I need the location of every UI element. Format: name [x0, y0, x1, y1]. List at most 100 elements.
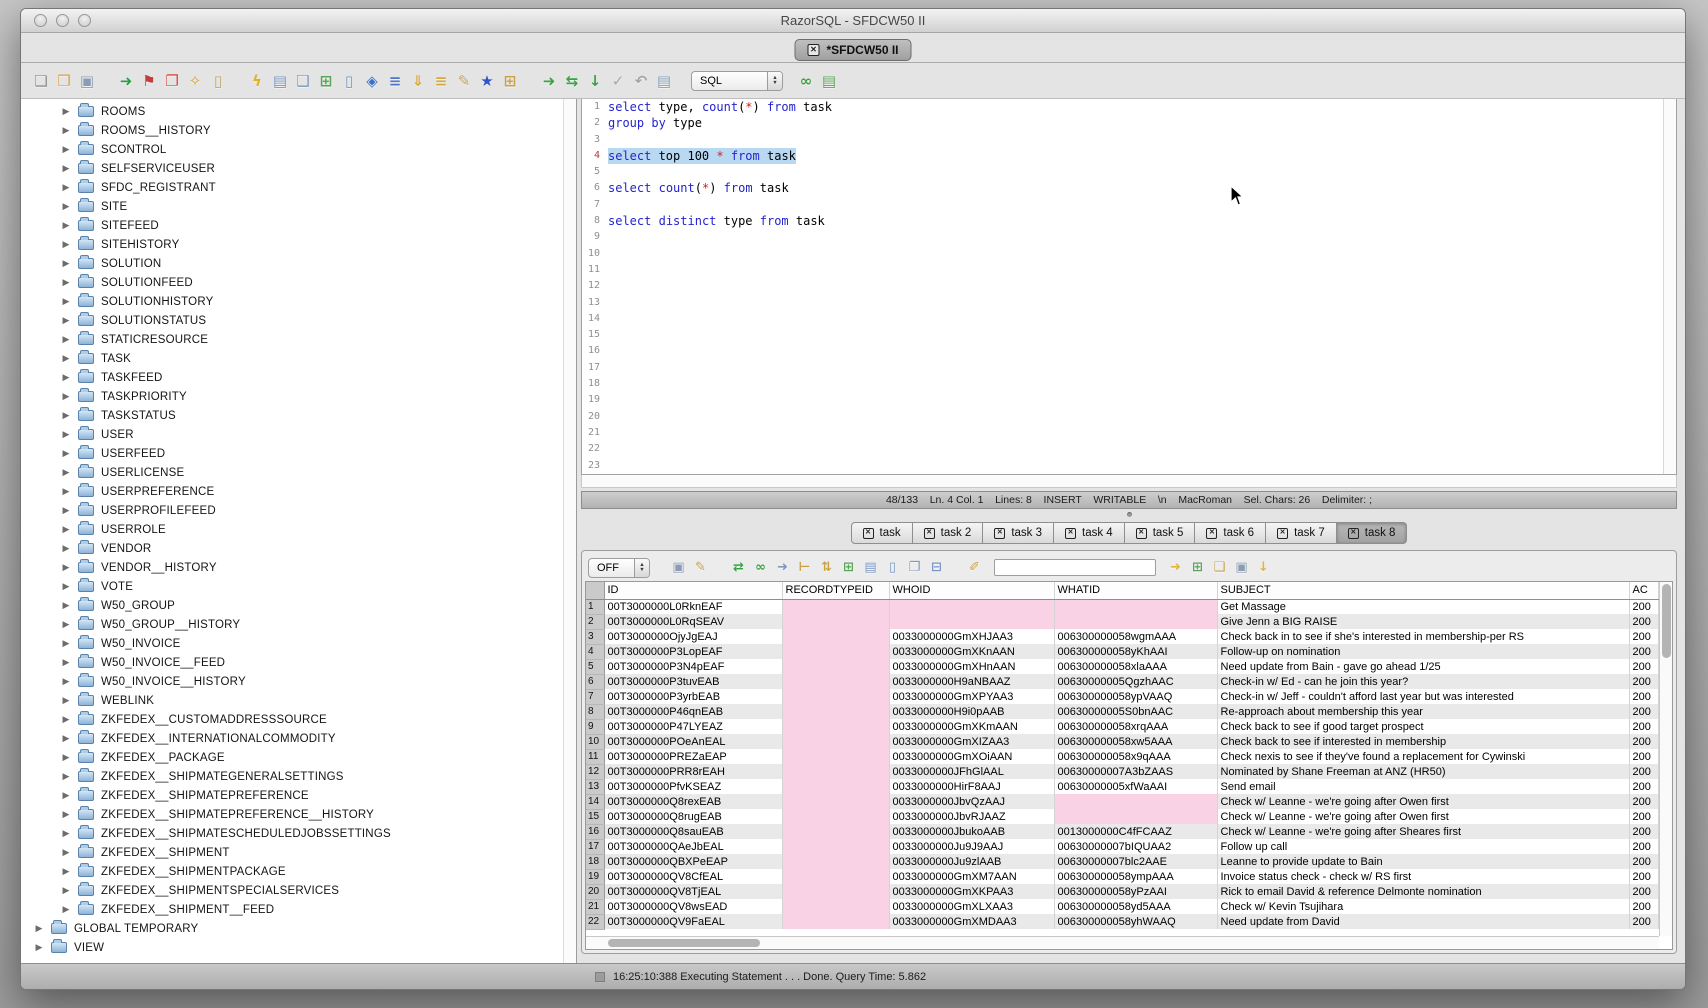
- edit-table-data-icon[interactable]: ▤: [270, 71, 290, 91]
- grid-cell[interactable]: 200: [1629, 794, 1659, 809]
- grid-cell[interactable]: [782, 899, 889, 914]
- tree-item[interactable]: ▶ZKFEDEX__SHIPMENTPACKAGE: [21, 862, 576, 881]
- messages-log-icon[interactable]: ▤: [654, 71, 674, 91]
- grid-cell[interactable]: 200: [1629, 824, 1659, 839]
- tree-item[interactable]: ▶SFDC_REGISTRANT: [21, 178, 576, 197]
- download-icon[interactable]: ↓: [1254, 558, 1273, 577]
- grid-cell[interactable]: 006300000058yhWAAQ: [1054, 914, 1217, 929]
- disclosure-triangle-icon[interactable]: ▶: [61, 315, 71, 326]
- grid-cell[interactable]: Check nexis to see if they've found a re…: [1217, 749, 1629, 764]
- grid-cell[interactable]: [782, 779, 889, 794]
- column-header[interactable]: WHOID: [889, 582, 1054, 599]
- result-tab[interactable]: ✕task 8: [1337, 522, 1408, 544]
- sort-columns-icon[interactable]: ⇅: [817, 558, 836, 577]
- new-file-icon[interactable]: ❏: [31, 71, 51, 91]
- grid-cell[interactable]: 006300000058xrqAAA: [1054, 719, 1217, 734]
- disclosure-triangle-icon[interactable]: ▶: [61, 866, 71, 877]
- tree-item[interactable]: ▶W50_GROUP__HISTORY: [21, 615, 576, 634]
- grid-row[interactable]: 2200T3000000QV9FaEAL0033000000GmXMDAA300…: [586, 914, 1659, 929]
- disclosure-triangle-icon[interactable]: ▶: [61, 144, 71, 155]
- describe-list-icon[interactable]: ▤: [819, 71, 839, 91]
- search-results-icon[interactable]: ∞: [751, 558, 770, 577]
- grid-cell[interactable]: 006300000058yPzAAI: [1054, 884, 1217, 899]
- grid-cell[interactable]: 0013000000C4fFCAAZ: [1054, 824, 1217, 839]
- grid-cell[interactable]: 00630000007A3bZAAS: [1054, 764, 1217, 779]
- disclosure-triangle-icon[interactable]: ▶: [61, 828, 71, 839]
- grid-row[interactable]: 1900T3000000QV8CfEAL0033000000GmXM7AAN00…: [586, 869, 1659, 884]
- grid-cell[interactable]: 0033000000GmXIZAA3: [889, 734, 1054, 749]
- grid-cell[interactable]: [1054, 794, 1217, 809]
- tree-item[interactable]: ▶W50_INVOICE__FEED: [21, 653, 576, 672]
- column-header[interactable]: SUBJECT: [1217, 582, 1629, 599]
- grid-vscrollbar[interactable]: [1659, 582, 1672, 936]
- grid-cell[interactable]: [782, 914, 889, 929]
- tree-item[interactable]: ▶SOLUTIONSTATUS: [21, 311, 576, 330]
- export-down-icon[interactable]: ⇓: [408, 71, 428, 91]
- grid-cell[interactable]: 200: [1629, 629, 1659, 644]
- execute-sql-icon[interactable]: ϟ: [247, 71, 267, 91]
- sql-editor[interactable]: 1select type, count(*) from task2group b…: [581, 99, 1677, 475]
- grid-row[interactable]: 500T3000000P3N4pEAF0033000000GmXHnAAN006…: [586, 659, 1659, 674]
- disclosure-triangle-icon[interactable]: ▶: [61, 904, 71, 915]
- disclosure-triangle-icon[interactable]: ▶: [61, 809, 71, 820]
- column-list-icon[interactable]: ≡: [385, 71, 405, 91]
- tree-item[interactable]: ▶W50_INVOICE: [21, 634, 576, 653]
- grid-cell[interactable]: 00T3000000PRR8rEAH: [604, 764, 782, 779]
- grid-cell[interactable]: Check-in w/ Ed - can he join this year?: [1217, 674, 1629, 689]
- tab-close-icon[interactable]: ✕: [1206, 528, 1217, 539]
- rollback-undo-icon[interactable]: ↶: [631, 71, 651, 91]
- sort-lines-icon[interactable]: ≡: [431, 71, 451, 91]
- disclosure-triangle-icon[interactable]: ▶: [61, 657, 71, 668]
- grid-cell[interactable]: Need update from Bain - gave go ahead 1/…: [1217, 659, 1629, 674]
- disclosure-triangle-icon[interactable]: ▶: [34, 942, 44, 953]
- grid-cell[interactable]: 0033000000H9aNBAAZ: [889, 674, 1054, 689]
- grid-cell[interactable]: [782, 854, 889, 869]
- tab-close-icon[interactable]: ✕: [1136, 528, 1147, 539]
- tree-item[interactable]: ▶ZKFEDEX__SHIPMATEPREFERENCE__HISTORY: [21, 805, 576, 824]
- filter-sort-icon[interactable]: ✎: [691, 558, 710, 577]
- disclosure-triangle-icon[interactable]: ▶: [61, 752, 71, 763]
- disclosure-triangle-icon[interactable]: ▶: [61, 619, 71, 630]
- column-header[interactable]: RECORDTYPEID: [782, 582, 889, 599]
- disclosure-triangle-icon[interactable]: ▶: [61, 353, 71, 364]
- tree-view-icon[interactable]: ⊢: [795, 558, 814, 577]
- fetch-more-icon[interactable]: ↓: [585, 71, 605, 91]
- grid-cell[interactable]: 006300000058ympAAA: [1054, 869, 1217, 884]
- grid-cell[interactable]: 0033000000JFhGlAAL: [889, 764, 1054, 779]
- tree-item[interactable]: ▶SELFSERVICEUSER: [21, 159, 576, 178]
- grid-cell[interactable]: 0033000000GmXMDAA3: [889, 914, 1054, 929]
- grid-cell[interactable]: [782, 629, 889, 644]
- grid-cell[interactable]: Invoice status check - check w/ RS first: [1217, 869, 1629, 884]
- grid-cell[interactable]: 00630000005xfWaAAI: [1054, 779, 1217, 794]
- grid-cell[interactable]: 200: [1629, 809, 1659, 824]
- grid-cell[interactable]: 0033000000JbukoAAB: [889, 824, 1054, 839]
- new-page-icon[interactable]: ❏: [1210, 558, 1229, 577]
- grid-cell[interactable]: [782, 734, 889, 749]
- grid-cell[interactable]: Rick to email David & reference Delmonte…: [1217, 884, 1629, 899]
- tree-item[interactable]: ▶GLOBAL TEMPORARY: [21, 919, 576, 938]
- grid-cell[interactable]: Give Jenn a BIG RAISE: [1217, 614, 1629, 629]
- grid-cell[interactable]: 00T3000000Q8rexEAB: [604, 794, 782, 809]
- grid-cell[interactable]: [782, 659, 889, 674]
- tab-close-icon[interactable]: ✕: [863, 528, 874, 539]
- tree-item[interactable]: ▶USERPREFERENCE: [21, 482, 576, 501]
- grid-cell[interactable]: 00T3000000QV8wsEAD: [604, 899, 782, 914]
- grid-cell[interactable]: 0033000000GmXOiAAN: [889, 749, 1054, 764]
- disclosure-triangle-icon[interactable]: ▶: [61, 543, 71, 554]
- grid-cell[interactable]: 200: [1629, 704, 1659, 719]
- tree-item[interactable]: ▶ZKFEDEX__SHIPMATESCHEDULEDJOBSSETTINGS: [21, 824, 576, 843]
- grid-hscroll-thumb[interactable]: [608, 939, 760, 947]
- grid-row[interactable]: 1700T3000000QAeJbEAL0033000000Ju9J9AAJ00…: [586, 839, 1659, 854]
- grid-cell[interactable]: Re-approach about membership this year: [1217, 704, 1629, 719]
- grid-row[interactable]: 1400T3000000Q8rexEAB0033000000JbvQzAAJCh…: [586, 794, 1659, 809]
- disclosure-triangle-icon[interactable]: ▶: [61, 581, 71, 592]
- grid-row[interactable]: 1600T3000000Q8sauEAB0033000000JbukoAAB00…: [586, 824, 1659, 839]
- grid-cell[interactable]: 00630000007blc2AAE: [1054, 854, 1217, 869]
- save-grid-icon[interactable]: ▣: [1232, 558, 1251, 577]
- grid-cell[interactable]: [782, 884, 889, 899]
- disclosure-triangle-icon[interactable]: ▶: [61, 467, 71, 478]
- tab-close-icon[interactable]: ✕: [807, 44, 819, 56]
- connect-db-icon[interactable]: ➜: [116, 71, 136, 91]
- grid-cell[interactable]: 00T3000000P47LYEAZ: [604, 719, 782, 734]
- grid-cell[interactable]: 200: [1629, 764, 1659, 779]
